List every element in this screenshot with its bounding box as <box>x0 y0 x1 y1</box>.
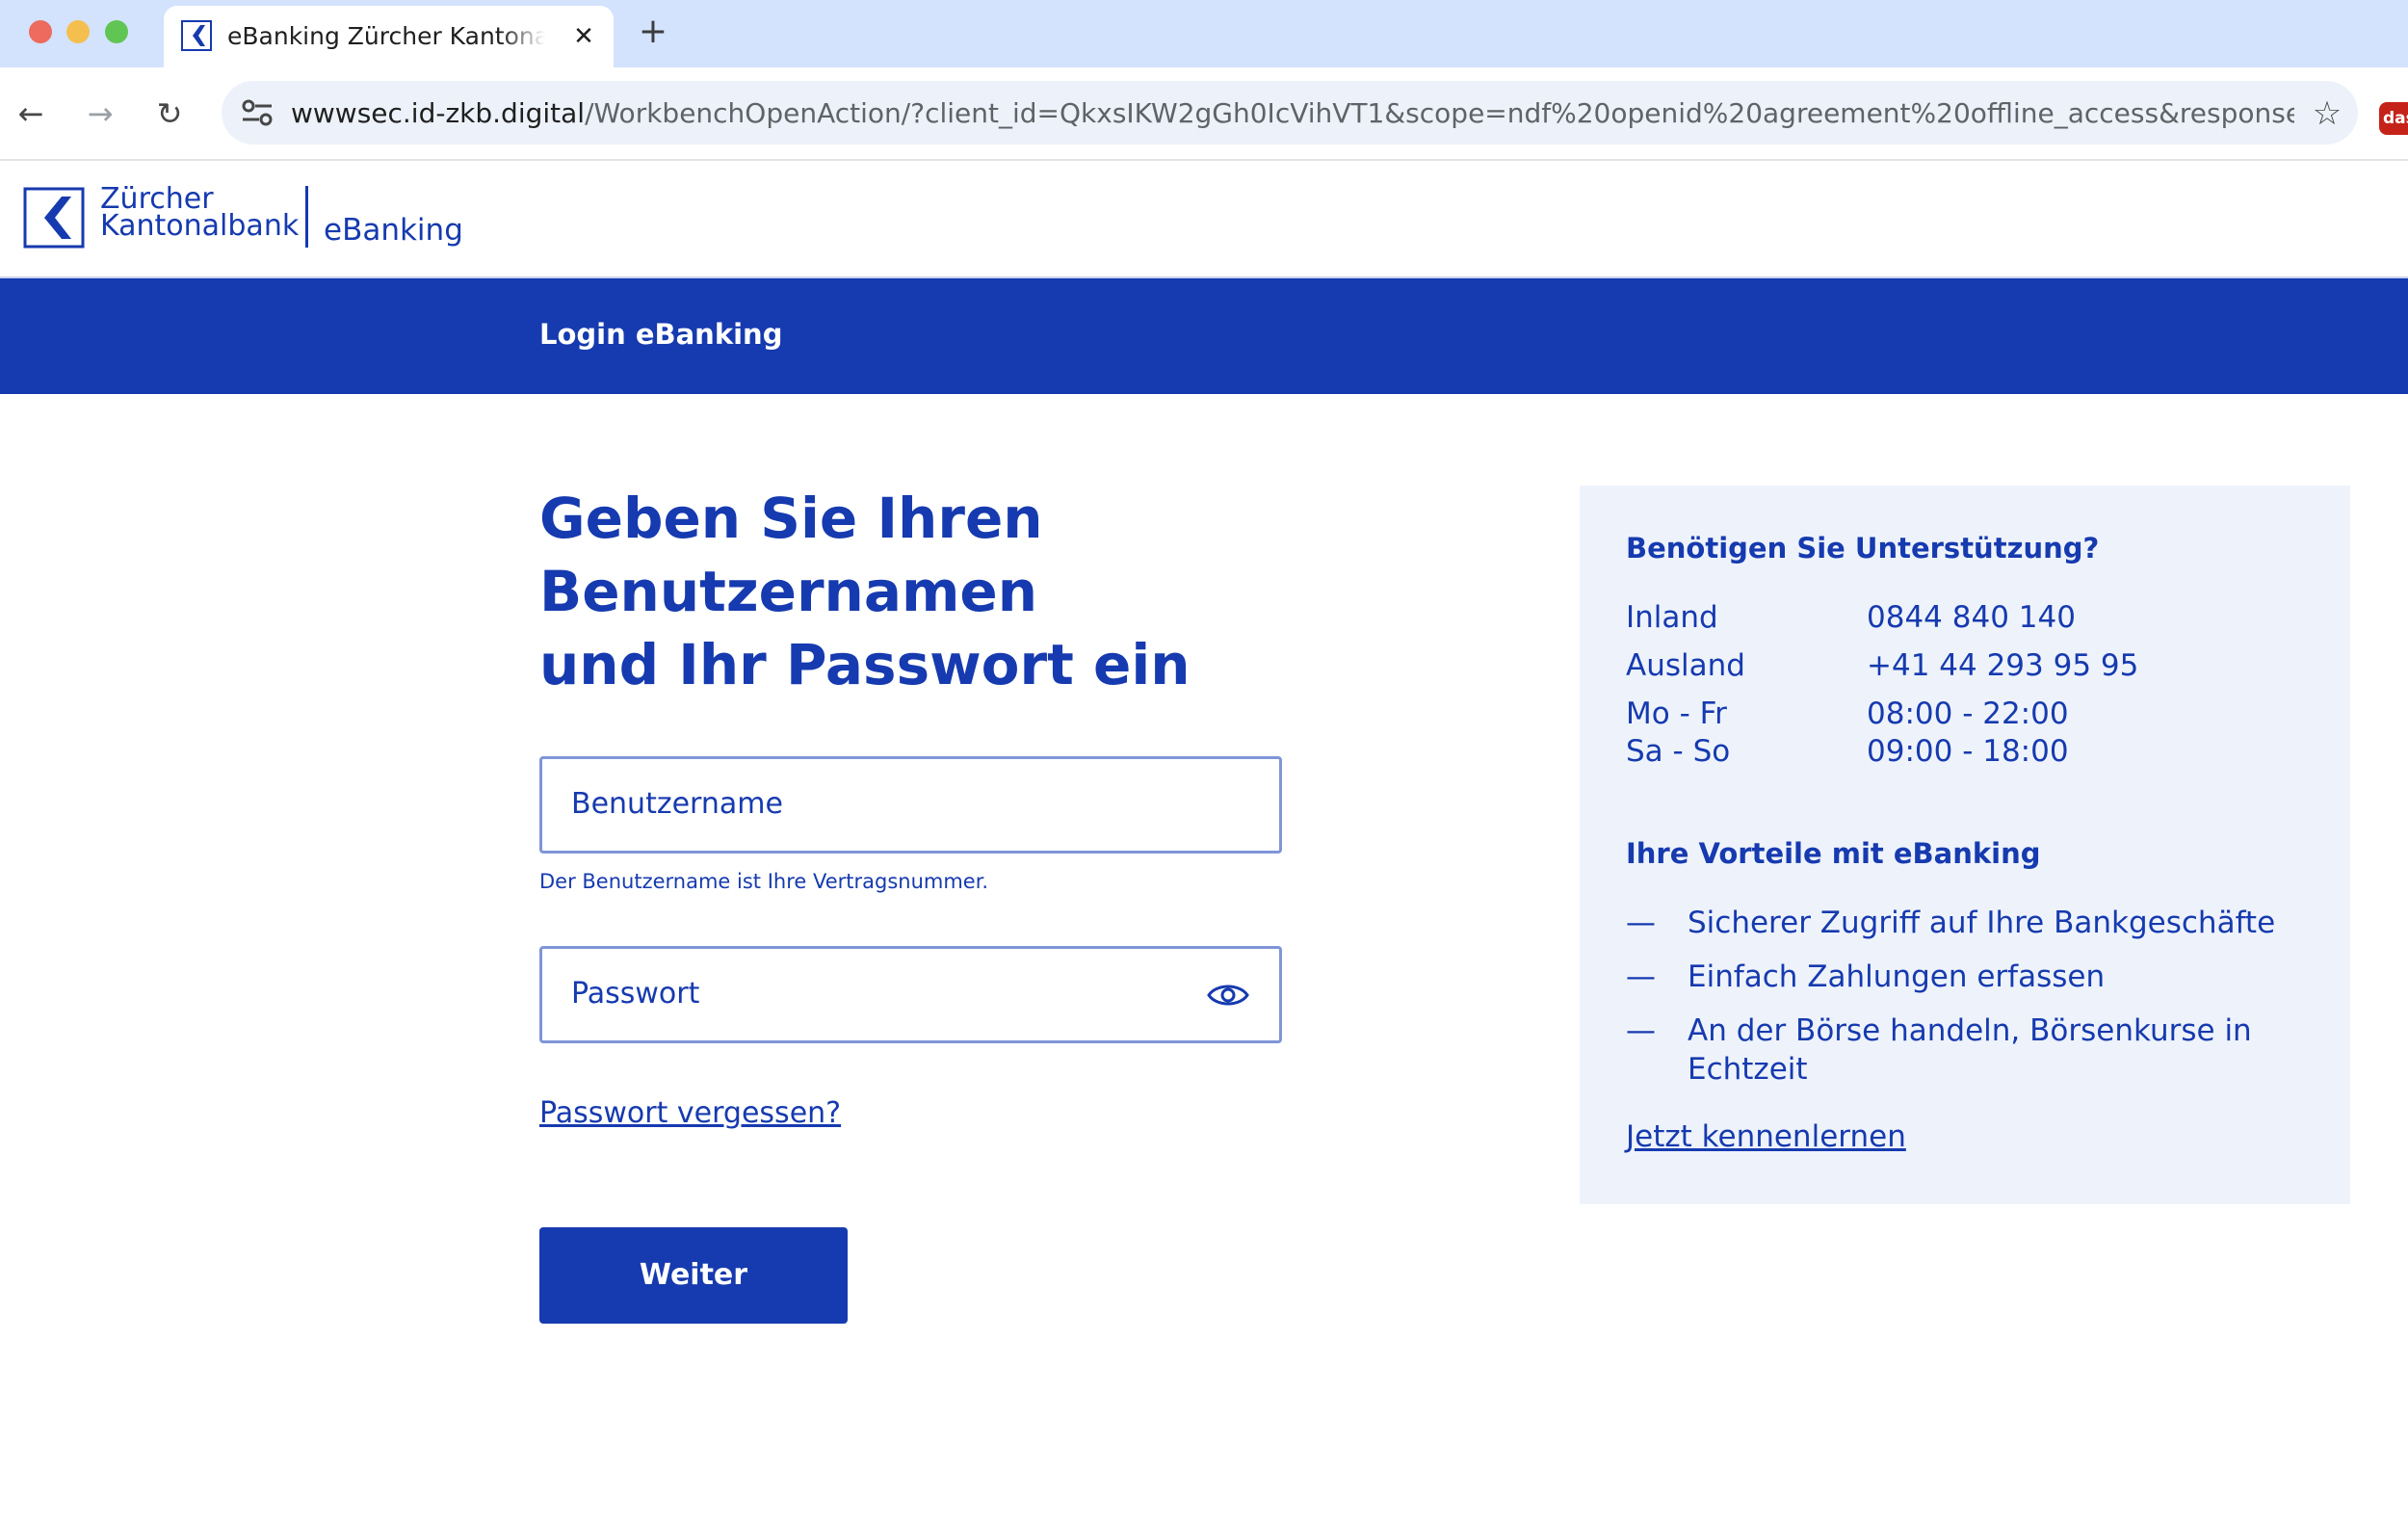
benefit-text: Einfach Zahlungen erfassen <box>1688 959 2106 994</box>
username-input[interactable]: Benutzername <box>539 756 1282 854</box>
support-phone-ausland[interactable]: +41 44 293 95 95 <box>1867 646 2138 685</box>
benefit-dash: — <box>1626 906 1656 940</box>
forward-arrow-icon[interactable]: → <box>81 94 119 133</box>
benefits-title: Ihre Vorteile mit eBanking <box>1626 837 2041 870</box>
bank-name: Zürcher Kantonalbank <box>100 185 312 243</box>
support-hours-weekend: 09:00 - 18:00 <box>1867 734 2069 769</box>
window-close-button[interactable] <box>29 20 52 43</box>
password-input[interactable]: Passwort <box>539 946 1282 1043</box>
support-row-label: Mo - Fr <box>1626 696 1727 731</box>
show-password-eye-icon[interactable] <box>1206 974 1250 1016</box>
logo-divider <box>305 186 308 248</box>
window-minimize-button[interactable] <box>66 20 90 43</box>
support-panel: Benötigen Sie Unterstützung? Inland 0844… <box>1580 486 2350 1204</box>
window-zoom-button[interactable] <box>105 20 128 43</box>
login-heading-line2: und Ihr Passwort ein <box>539 632 1191 697</box>
browser-toolbar: ← → ↻ wwwsec.id-zkb.digital/WorkbenchOpe… <box>0 67 2408 161</box>
address-bar[interactable]: wwwsec.id-zkb.digital/WorkbenchOpenActio… <box>222 81 2358 145</box>
browser-tab-active[interactable]: eBanking Zürcher Kantonalbank ✕ <box>164 6 614 67</box>
bank-name-line2: Kantonalbank <box>100 209 300 243</box>
username-hint: Der Benutzername ist Ihre Vertragsnummer… <box>539 870 989 893</box>
site-settings-icon[interactable] <box>241 97 274 128</box>
url-host: wwwsec.id-zkb.digital <box>291 97 586 129</box>
support-title: Benötigen Sie Unterstützung? <box>1626 532 2100 565</box>
support-phone-inland[interactable]: 0844 840 140 <box>1867 598 2076 637</box>
login-heading: Geben Sie Ihren Benutzernamen und Ihr Pa… <box>539 482 1541 701</box>
browser-tab-strip: eBanking Zürcher Kantonalbank ✕ + <box>0 0 2408 67</box>
reload-icon[interactable]: ↻ <box>150 94 189 133</box>
bookmark-star-icon[interactable]: ☆ <box>2308 94 2346 133</box>
benefit-text: Sicherer Zugriff auf Ihre Bankgeschäfte <box>1688 906 2276 940</box>
tab-close-icon[interactable]: ✕ <box>568 21 599 52</box>
support-hours-weekdays: 08:00 - 22:00 <box>1867 696 2069 731</box>
zkb-favicon-icon <box>181 20 212 51</box>
login-heading-line1: Geben Sie Ihren Benutzernamen <box>539 486 1043 624</box>
benefit-dash: — <box>1626 1013 1656 1048</box>
page-title: Login eBanking <box>539 318 783 351</box>
continue-button[interactable]: Weiter <box>539 1227 848 1324</box>
support-row-label: Ausland <box>1626 648 1745 683</box>
new-tab-button[interactable]: + <box>634 13 672 52</box>
zkb-logo-icon[interactable] <box>23 187 85 249</box>
tab-title: eBanking Zürcher Kantonalbank <box>227 22 545 50</box>
extension-icon[interactable]: das <box>2379 102 2408 135</box>
username-placeholder: Benutzername <box>571 787 783 821</box>
site-header: Zürcher Kantonalbank eBanking <box>0 161 2408 276</box>
support-row-label: Sa - So <box>1626 734 1731 769</box>
benefit-text: An der Börse handeln, Börsenkurse in Ech… <box>1688 1013 2252 1087</box>
url-text[interactable]: wwwsec.id-zkb.digital/WorkbenchOpenActio… <box>291 94 2294 133</box>
password-placeholder: Passwort <box>571 977 700 1011</box>
url-path: /WorkbenchOpenAction/?client_id=QkxsIKW2… <box>585 97 2294 129</box>
learn-more-link[interactable]: Jetzt kennenlernen <box>1626 1117 1906 1156</box>
benefit-dash: — <box>1626 959 1656 994</box>
product-name: eBanking <box>324 213 463 248</box>
forgot-password-link[interactable]: Passwort vergessen? <box>539 1094 841 1133</box>
page-title-bar: Login eBanking <box>0 276 2408 394</box>
back-arrow-icon[interactable]: ← <box>12 94 50 133</box>
support-row-label: Inland <box>1626 600 1718 635</box>
